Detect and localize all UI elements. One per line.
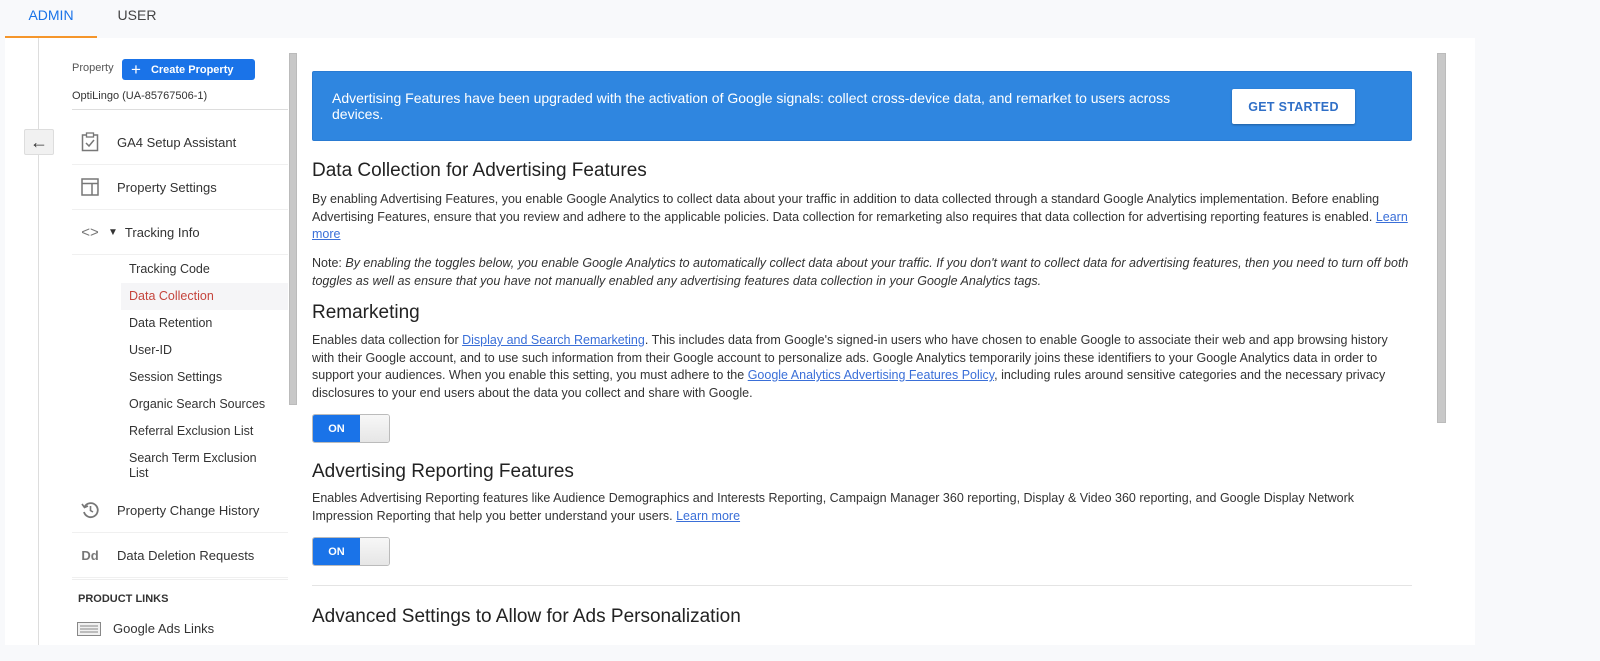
toggle-knob <box>360 415 389 442</box>
remarketing-description: Enables data collection for Display and … <box>312 332 1412 402</box>
dd-icon: Dd <box>81 547 99 563</box>
sidebar-item-data-deletion-requests[interactable]: Dd Data Deletion Requests <box>72 533 288 578</box>
sidebar: ← Property + Create Property OptiLingo (… <box>5 38 297 661</box>
sidebar-item-label: Google Ads Links <box>113 621 215 636</box>
sidebar-scrollbar[interactable] <box>289 53 297 405</box>
create-property-label: Create Property <box>150 63 234 76</box>
sidebar-item-search-term-exclusion-list[interactable]: Search Term Exclusion List <box>121 451 261 481</box>
display-search-remarketing-link[interactable]: Display and Search Remarketing <box>462 333 645 347</box>
data-collection-note: Note: By enabling the toggles below, you… <box>312 255 1412 290</box>
sidebar-item-referral-exclusion-list[interactable]: Referral Exclusion List <box>121 424 288 439</box>
sidebar-item-tracking-code[interactable]: Tracking Code <box>121 262 288 277</box>
data-collection-description: By enabling Advertising Features, you en… <box>312 191 1412 244</box>
divider <box>72 579 288 580</box>
sidebar-item-property-change-history[interactable]: Property Change History <box>72 488 288 533</box>
sidebar-item-property-settings[interactable]: Property Settings <box>72 165 288 210</box>
description-text: Enables data collection for <box>312 333 459 347</box>
code-icon: <> <box>81 223 99 241</box>
arrow-left-icon: ← <box>30 131 48 152</box>
get-started-button[interactable]: GET STARTED <box>1232 89 1355 124</box>
product-links-heading: PRODUCT LINKS <box>78 593 169 605</box>
banner-text: Advertising Features have been upgraded … <box>332 90 1171 122</box>
toggle-on-label: ON <box>313 415 360 442</box>
property-selector[interactable]: OptiLingo (UA-85767506-1) <box>72 90 207 102</box>
sidebar-item-label: Property Settings <box>117 179 217 195</box>
back-button[interactable]: ← <box>24 129 54 155</box>
page-bottom <box>0 645 1600 661</box>
sidebar-item-tracking-info[interactable]: <> ▼ Tracking Info <box>72 210 288 255</box>
description-text: Enables Advertising Reporting features l… <box>312 491 1355 523</box>
property-label: Property <box>72 62 114 74</box>
google-signals-banner: Advertising Features have been upgraded … <box>312 71 1412 141</box>
ads-links-icon <box>77 619 101 639</box>
learn-more-link[interactable]: Learn more <box>676 509 740 523</box>
content-scrollbar[interactable] <box>1437 53 1446 423</box>
history-icon <box>80 500 100 520</box>
section-title-advanced-settings: Advanced Settings to Allow for Ads Perso… <box>312 606 741 627</box>
create-property-button[interactable]: + Create Property <box>122 59 255 80</box>
plus-icon: + <box>131 60 141 79</box>
sidebar-item-data-collection[interactable]: Data Collection <box>121 283 288 310</box>
toggle-knob <box>360 538 389 565</box>
layout-icon <box>80 177 100 197</box>
divider <box>312 585 1412 586</box>
section-title-remarketing: Remarketing <box>312 302 420 323</box>
advertising-reporting-toggle[interactable]: ON <box>312 537 390 566</box>
clipboard-check-icon <box>80 132 100 152</box>
reporting-description: Enables Advertising Reporting features l… <box>312 490 1412 525</box>
note-text: By enabling the toggles below, you enabl… <box>312 256 1409 288</box>
remarketing-toggle[interactable]: ON <box>312 414 390 443</box>
section-title-data-collection: Data Collection for Advertising Features <box>312 160 647 181</box>
sidebar-item-user-id[interactable]: User-ID <box>121 343 288 358</box>
sidebar-item-session-settings[interactable]: Session Settings <box>121 370 288 385</box>
sidebar-item-data-retention[interactable]: Data Retention <box>121 316 288 331</box>
sidebar-item-label: Property Change History <box>117 502 260 518</box>
caret-down-icon: ▼ <box>108 226 118 238</box>
toggle-on-label: ON <box>313 538 360 565</box>
divider <box>72 109 288 110</box>
sidebar-item-ga4-setup-assistant[interactable]: GA4 Setup Assistant <box>72 120 288 165</box>
tab-user[interactable]: USER <box>97 0 177 38</box>
sidebar-item-organic-search-sources[interactable]: Organic Search Sources <box>121 397 288 412</box>
advertising-features-policy-link[interactable]: Google Analytics Advertising Features Po… <box>748 368 994 382</box>
main-content: Advertising Features have been upgraded … <box>312 38 1412 661</box>
sidebar-item-label: GA4 Setup Assistant <box>117 134 237 150</box>
sidebar-item-label: Data Deletion Requests <box>117 547 255 563</box>
sidebar-item-label: Tracking Info <box>124 224 200 240</box>
section-title-advertising-reporting: Advertising Reporting Features <box>312 461 574 482</box>
note-label: Note: <box>312 256 342 270</box>
admin-panel: ← Property + Create Property OptiLingo (… <box>5 38 1475 661</box>
tab-admin[interactable]: ADMIN <box>5 0 97 38</box>
admin-user-tabs: ADMIN USER <box>5 0 177 38</box>
description-text: By enabling Advertising Features, you en… <box>312 192 1380 224</box>
